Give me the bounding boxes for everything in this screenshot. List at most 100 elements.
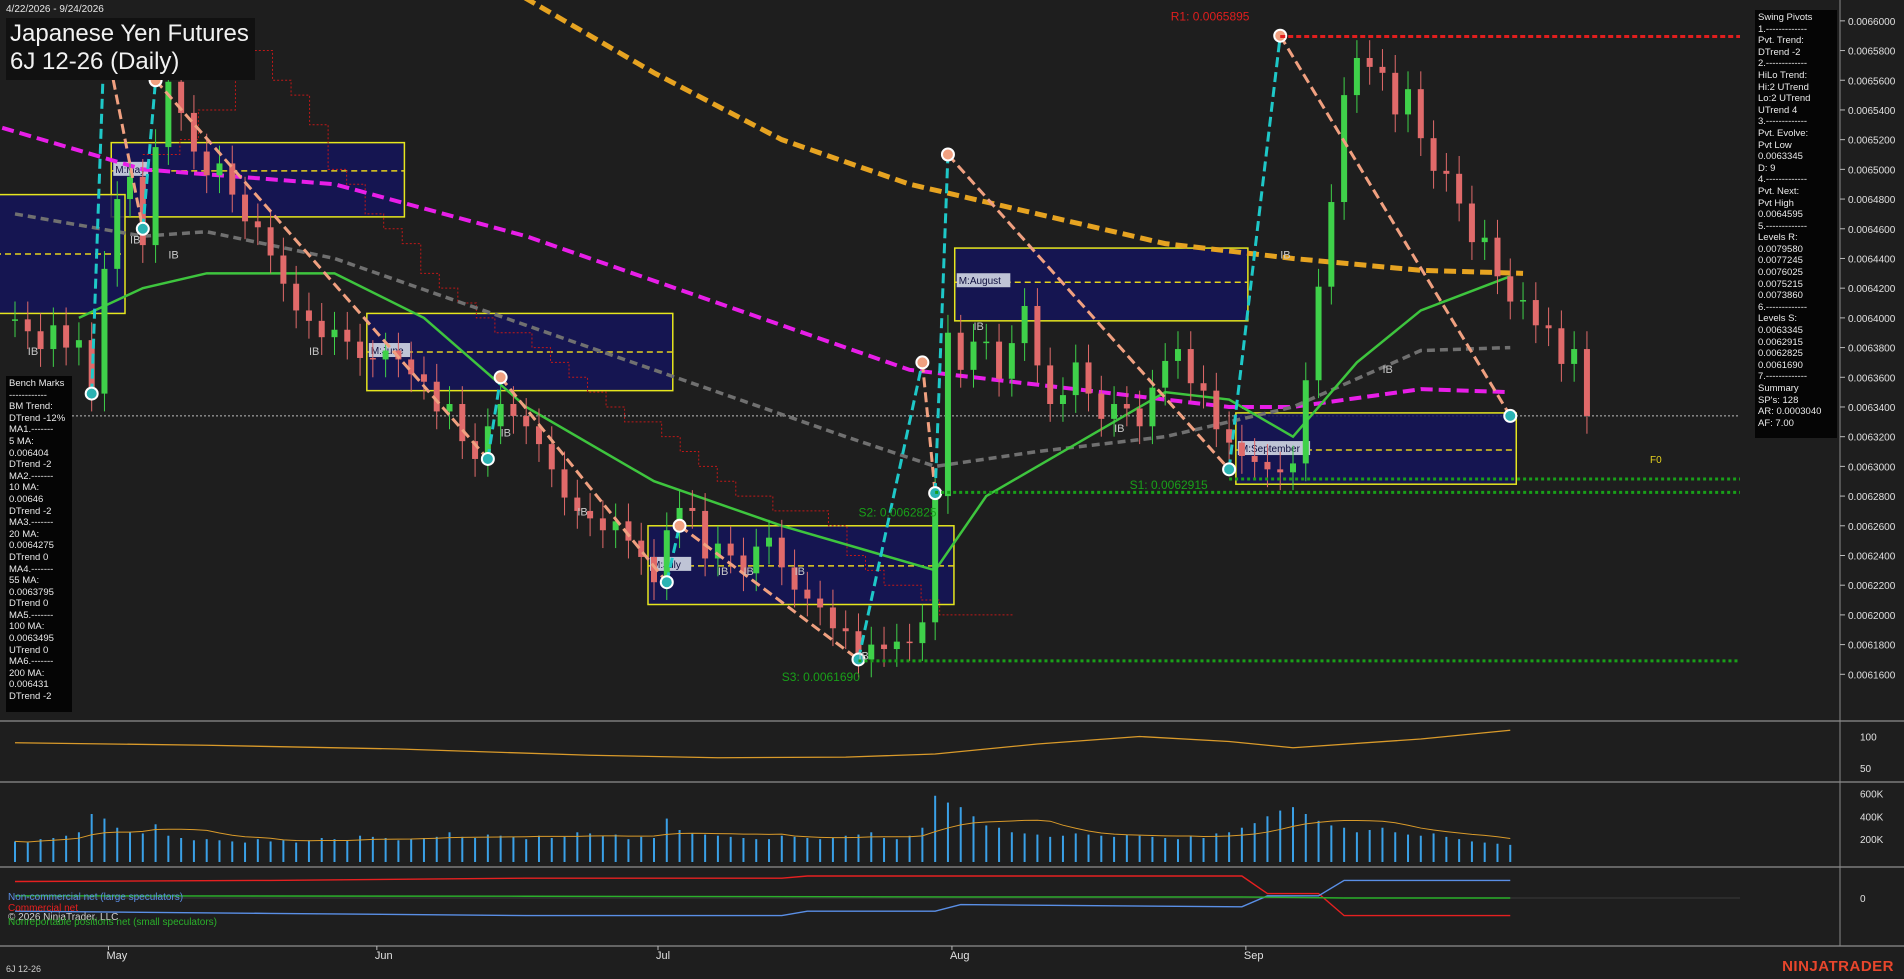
candle-body (1200, 383, 1207, 391)
candle-body (1098, 393, 1105, 419)
ma-200-line (523, 0, 1524, 276)
candle-body (50, 325, 57, 350)
bench-mark-line: DTrend -12% (9, 412, 66, 424)
x-tick-label: May (106, 950, 127, 962)
y-tick-label: 0.0062400 (1848, 551, 1896, 562)
ib-label: IB (130, 235, 140, 247)
candle-body (1213, 390, 1220, 430)
swing-pivot-line: Levels R: (1758, 232, 1798, 244)
resistance-r1-label: R1: 0.0065895 (1171, 9, 1250, 23)
bench-mark-line: 0.006404 (9, 447, 49, 459)
ib-label: IB (577, 506, 587, 518)
y-tick-label: 0.0062800 (1848, 492, 1896, 503)
candle-body (523, 415, 530, 427)
candle-body (280, 255, 287, 284)
cot-legend-small: Nonreportable positions net (small specu… (8, 917, 217, 928)
y-tick-label: 0.0064800 (1848, 195, 1896, 206)
pivot-low-marker (659, 575, 674, 590)
candle-body (957, 332, 964, 370)
candle-body (24, 319, 31, 332)
y-tick-label: 0.0065200 (1848, 136, 1896, 147)
candle-body (75, 340, 82, 348)
bench-mark-line: MA4.------- (9, 563, 54, 575)
monthly-box-label: M:September (1240, 444, 1301, 455)
candle-body (37, 331, 44, 350)
swing-pivot-line: 0.0077245 (1758, 255, 1803, 267)
oscillator-tick-label: 50 (1860, 764, 1872, 775)
bench-mark-line: DTrend 0 (9, 598, 49, 610)
bench-mark-line: MA6.------- (9, 656, 54, 668)
ib-label: IB (501, 428, 511, 440)
candle-body (766, 537, 773, 547)
candle-body (1532, 300, 1539, 326)
swing-pivot-line: 0.0063345 (1758, 325, 1803, 337)
ib-label: IB (1114, 423, 1124, 435)
ib-label: IB (795, 566, 805, 578)
candle-body (1123, 404, 1130, 409)
swing-pivot-line: 0.0062825 (1758, 348, 1803, 360)
support-s3-label: S3: 0.0061690 (782, 670, 860, 684)
candle-body (1059, 395, 1066, 405)
bench-mark-line: DTrend -2 (9, 691, 52, 703)
candle-body (727, 543, 734, 556)
candle-body (357, 341, 364, 358)
volume-tick-label: 600K (1860, 789, 1884, 800)
bench-mark-line: 200 MA: (9, 667, 45, 679)
y-tick-label: 0.0063800 (1848, 344, 1896, 355)
candle-body (497, 404, 504, 427)
pivot-low-marker (1222, 462, 1237, 477)
price-chart[interactable]: 0.0066000 0.0065800 0.0065600 0.0065400 0.00… (0, 0, 1904, 979)
pivot-low-marker (135, 221, 150, 236)
bench-mark-line: 5 MA: (9, 435, 34, 447)
swing-pivot-line: 0.0064595 (1758, 209, 1803, 221)
candle-body (1008, 343, 1015, 379)
brand-logo: NINJATRADER (1782, 958, 1894, 975)
candle-body (829, 607, 836, 629)
bench-mark-line: 0.006431 (9, 679, 49, 691)
candle-body (203, 151, 210, 176)
bench-mark-line: 0.0063795 (9, 586, 54, 598)
candle-body (242, 194, 249, 222)
candle-body (420, 374, 427, 382)
swing-pivot-line: Swing Pivots (1758, 12, 1813, 23)
ib-label: IB (743, 566, 753, 578)
y-tick-label: 0.0065000 (1848, 165, 1896, 176)
candle-body (1315, 286, 1322, 381)
y-tick-label: 0.0062200 (1848, 581, 1896, 592)
bench-mark-line: DTrend 0 (9, 551, 49, 563)
candle-body (1379, 66, 1386, 73)
candle-body (1277, 469, 1284, 473)
candle-body (1174, 349, 1181, 361)
instrument-contract: 6J 12-26 (Daily) (10, 48, 180, 75)
y-tick-label: 0.0065600 (1848, 76, 1896, 87)
candle-body (344, 329, 351, 342)
bench-mark-line: MA5.------- (9, 609, 54, 621)
candle-body (1583, 349, 1590, 416)
y-tick-label: 0.0063200 (1848, 433, 1896, 444)
swing-pivot-line: 0.0079580 (1758, 243, 1803, 255)
swing-pivot-line: Pvt. Next: (1758, 185, 1800, 197)
candle-body (1468, 203, 1475, 243)
bench-mark-line: MA2.------- (9, 470, 54, 482)
swing-pivot-line: 2.------------- (1758, 58, 1808, 70)
swing-pivot-line: Pvt. Trend: (1758, 35, 1804, 47)
volume-tick-label: 400K (1860, 812, 1884, 823)
candle-body (152, 147, 159, 246)
swing-leg (154, 79, 489, 460)
swing-pivot-line: Pvt Low (1758, 139, 1792, 151)
swing-pivot-line: 0.0075215 (1758, 278, 1803, 290)
candle-body (318, 320, 325, 338)
swing-pivot-line: SP's: 128 (1758, 394, 1799, 406)
x-tick-label: Aug (950, 950, 970, 962)
bench-mark-line: MA3.------- (9, 517, 54, 529)
candle-body (1072, 362, 1079, 396)
support-s1-label: S1: 0.0062915 (1130, 478, 1208, 492)
candle-body (382, 350, 389, 360)
candle-body (369, 357, 376, 360)
ib-label: IB (28, 346, 38, 358)
swing-pivot-line: HiLo Trend: (1758, 69, 1808, 81)
candle-body (906, 641, 913, 644)
bench-mark-line: 100 MA: (9, 621, 45, 633)
bench-mark-line: 20 MA: (9, 528, 40, 540)
bench-mark-line: BM Trend: (9, 401, 53, 413)
